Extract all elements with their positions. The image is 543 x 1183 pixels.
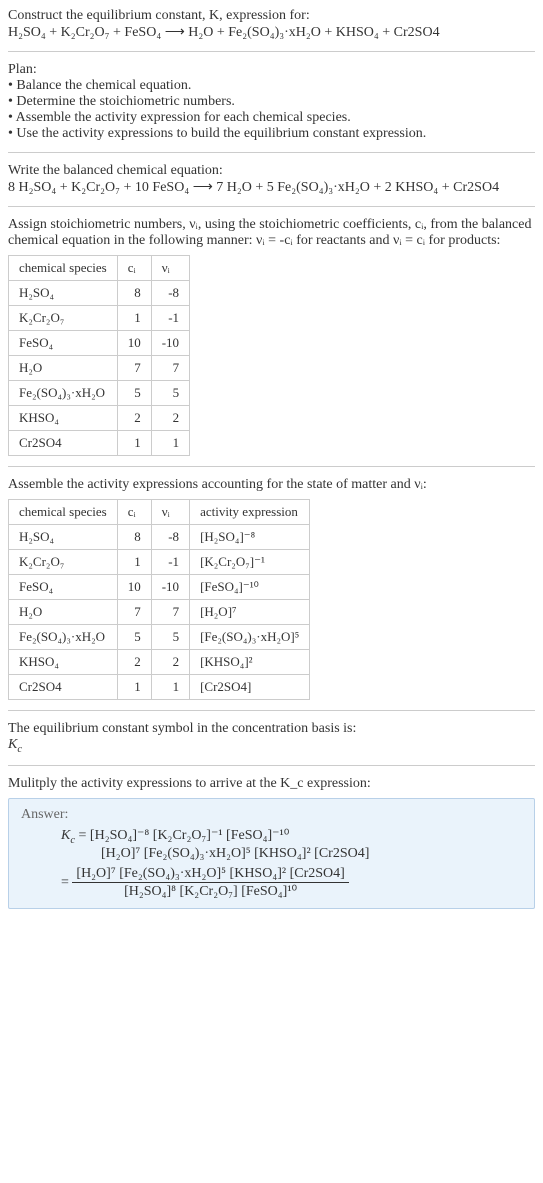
table-row: KHSO₄22[KHSO₄]² bbox=[9, 650, 310, 675]
kc-symbol-text: Kc bbox=[8, 737, 22, 752]
balanced: Write the balanced chemical equation: 8 … bbox=[8, 163, 535, 196]
divider bbox=[8, 765, 535, 766]
answer-label: Answer: bbox=[21, 807, 522, 823]
col-c: cᵢ bbox=[117, 256, 151, 281]
activity: Assemble the activity expressions accoun… bbox=[8, 477, 535, 700]
table-row: FeSO₄10-10 bbox=[9, 331, 190, 356]
table-row: H₂O77 bbox=[9, 356, 190, 381]
intro-equation: H₂SO₄ + K₂Cr₂O₇ + FeSO₄ ⟶ H₂O + Fe₂(SO₄)… bbox=[8, 24, 535, 41]
plan-item: • Assemble the activity expression for e… bbox=[8, 110, 535, 126]
divider bbox=[8, 51, 535, 52]
table-row: Fe₂(SO₄)₃·xH₂O55[Fe₂(SO₄)₃·xH₂O]⁵ bbox=[9, 625, 310, 650]
divider bbox=[8, 466, 535, 467]
multiply: Mulitply the activity expressions to arr… bbox=[8, 776, 535, 909]
table-row: Cr2SO411[Cr2SO4] bbox=[9, 675, 310, 700]
divider bbox=[8, 152, 535, 153]
fraction: [H₂O]⁷ [Fe₂(SO₄)₃·xH₂O]⁵ [KHSO₄]² [Cr2SO… bbox=[72, 866, 348, 900]
table-row: KHSO₄22 bbox=[9, 406, 190, 431]
divider bbox=[8, 206, 535, 207]
table-row: Fe₂(SO₄)₃·xH₂O55 bbox=[9, 381, 190, 406]
intro: Construct the equilibrium constant, K, e… bbox=[8, 8, 535, 41]
col-species: chemical species bbox=[9, 256, 118, 281]
intro-line1: Construct the equilibrium constant, K, e… bbox=[8, 8, 535, 24]
divider bbox=[8, 710, 535, 711]
table-row: FeSO₄10-10[FeSO₄]⁻¹⁰ bbox=[9, 575, 310, 600]
plan-item: • Determine the stoichiometric numbers. bbox=[8, 94, 535, 110]
table-row: H₂O77[H₂O]⁷ bbox=[9, 600, 310, 625]
activity-heading: Assemble the activity expressions accoun… bbox=[8, 477, 535, 493]
answer-expression: Kc = [H₂SO₄]⁻⁸ [K₂Cr₂O₇]⁻¹ [FeSO₄]⁻¹⁰ [H… bbox=[21, 827, 522, 900]
answer-box: Answer: Kc = [H₂SO₄]⁻⁸ [K₂Cr₂O₇]⁻¹ [FeSO… bbox=[8, 798, 535, 909]
table-header-row: chemical species cᵢ νᵢ activity expressi… bbox=[9, 500, 310, 525]
col-v: νᵢ bbox=[151, 256, 189, 281]
plan-item: • Balance the chemical equation. bbox=[8, 78, 535, 94]
stoich-heading: Assign stoichiometric numbers, νᵢ, using… bbox=[8, 217, 535, 249]
col-species: chemical species bbox=[9, 500, 118, 525]
activity-table: chemical species cᵢ νᵢ activity expressi… bbox=[8, 499, 310, 700]
col-expr: activity expression bbox=[190, 500, 310, 525]
col-c: cᵢ bbox=[117, 500, 151, 525]
table-header-row: chemical species cᵢ νᵢ bbox=[9, 256, 190, 281]
table-row: K₂Cr₂O₇1-1[K₂Cr₂O₇]⁻¹ bbox=[9, 550, 310, 575]
multiply-heading: Mulitply the activity expressions to arr… bbox=[8, 776, 535, 792]
stoich: Assign stoichiometric numbers, νᵢ, using… bbox=[8, 217, 535, 456]
plan-heading: Plan: bbox=[8, 62, 535, 78]
table-row: K₂Cr₂O₇1-1 bbox=[9, 306, 190, 331]
table-row: H₂SO₄8-8[H₂SO₄]⁻⁸ bbox=[9, 525, 310, 550]
plan: Plan: • Balance the chemical equation. •… bbox=[8, 62, 535, 142]
balanced-equation: 8 H₂SO₄ + K₂Cr₂O₇ + 10 FeSO₄ ⟶ 7 H₂O + 5… bbox=[8, 179, 535, 196]
col-v: νᵢ bbox=[151, 500, 189, 525]
stoich-table: chemical species cᵢ νᵢ H₂SO₄8-8 K₂Cr₂O₇1… bbox=[8, 255, 190, 456]
plan-item: • Use the activity expressions to build … bbox=[8, 126, 535, 142]
table-row: H₂SO₄8-8 bbox=[9, 281, 190, 306]
kc-symbol: The equilibrium constant symbol in the c… bbox=[8, 721, 535, 755]
table-row: Cr2SO411 bbox=[9, 431, 190, 456]
kc-heading: The equilibrium constant symbol in the c… bbox=[8, 721, 535, 737]
balanced-heading: Write the balanced chemical equation: bbox=[8, 163, 535, 179]
